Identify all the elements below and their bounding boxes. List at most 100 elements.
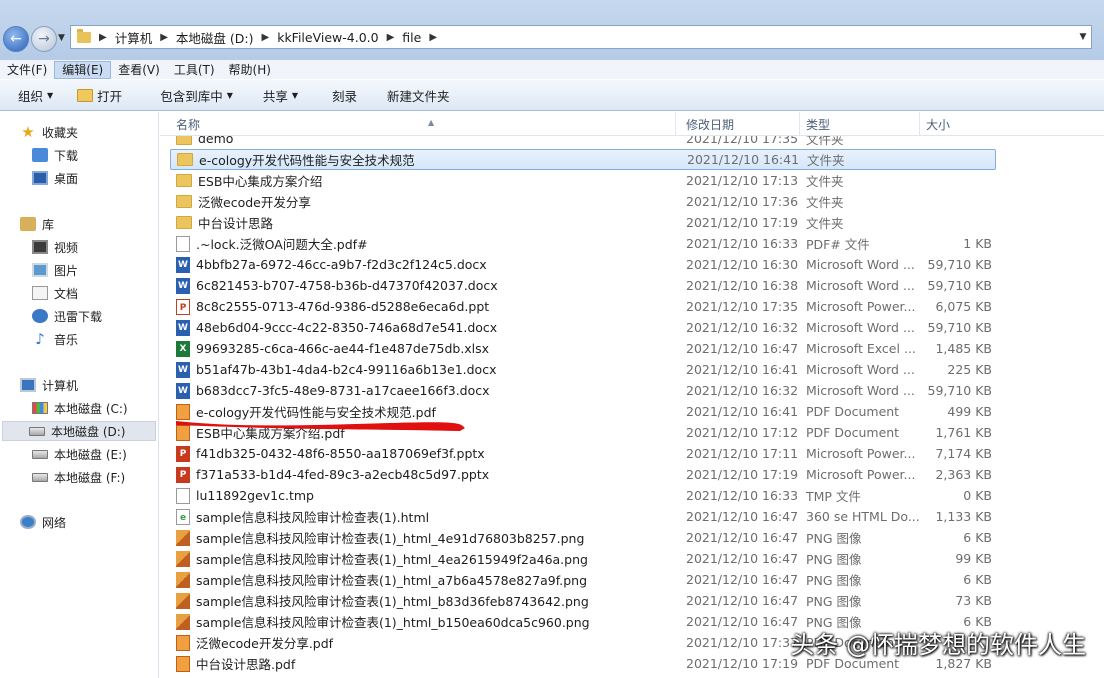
file-row[interactable]: sample信息科技风险审计检查表(1)_html_4e91d76803b825… — [170, 527, 996, 548]
folder-row[interactable]: e-cology开发代码性能与安全技术规范 2021/12/10 16:41 文件夹 — [170, 149, 996, 170]
file-row[interactable]: W 48eb6d04-9ccc-4c22-8350-746a68d7e541.do… — [170, 317, 996, 338]
file-name: f371a533-b1d4-4fed-89c3-a2ecb48c5d97.ppt… — [196, 467, 490, 482]
file-date: 2021/12/10 16:47 — [686, 341, 799, 356]
png-file-icon — [176, 592, 190, 609]
drive-icon — [32, 449, 48, 459]
forward-button[interactable]: → — [31, 26, 57, 52]
file-row[interactable]: lu11892gev1c.tmp 2021/12/10 16:33 TMP 文件 0 … — [170, 485, 996, 506]
file-date: 2021/12/10 16:47 — [686, 509, 799, 524]
column-size-label: 大小 — [926, 118, 951, 132]
file-row[interactable]: sample信息科技风险审计检查表(1)_html_a7b6a4578e827a… — [170, 569, 996, 590]
menu-edit[interactable]: 编辑(E) — [54, 60, 112, 79]
new-folder-button[interactable]: 新建文件夹 — [369, 86, 462, 105]
folder-row[interactable]: ESB中心集成方案介绍 2021/12/10 17:13 文件夹 — [170, 170, 996, 191]
nav-downloads[interactable]: 下载 — [32, 145, 78, 165]
nav-thunder[interactable]: 迅雷下载 — [32, 306, 102, 326]
nav-drive-d[interactable]: 本地磁盘 (D:) — [2, 421, 156, 441]
nav-drive-c[interactable]: 本地磁盘 (C:) — [32, 398, 128, 418]
file-row[interactable]: Wb51af47b-43b1-4da4-b2c4-99116a6b13e1.do… — [170, 359, 996, 380]
open-button[interactable]: 打开 — [65, 86, 134, 105]
blank-file-icon — [176, 235, 190, 252]
file-list: 名称 ▲ 修改日期 类型 大小 demo 2021/12/10 17:35 文件夹 e… — [160, 112, 1104, 678]
breadcrumb-computer[interactable]: 计算机 — [115, 28, 153, 47]
file-row[interactable]: sample信息科技风险审计检查表(1)_html_b83d36feb87436… — [170, 590, 996, 611]
file-size: 59,710 KB — [927, 278, 992, 293]
nav-videos[interactable]: 视频 — [32, 237, 78, 257]
chevron-right-icon[interactable]: ▶ — [99, 32, 107, 43]
file-row[interactable]: X 99693285-c6ca-466c-ae44-f1e487de75db.xl… — [170, 338, 996, 359]
history-dropdown-icon[interactable]: ▼ — [58, 33, 65, 43]
breadcrumb-drive-d[interactable]: 本地磁盘 (D:) — [176, 28, 254, 47]
file-row[interactable]: P 8c8c2555-0713-476d-9386-d5288e6eca6d.pp… — [170, 296, 996, 317]
file-row[interactable]: W 6c821453-b707-4758-b36b-d47370f42037.do… — [170, 275, 996, 296]
file-name-cell: sample信息科技风险审计检查表(1)_html_b83d36feb87436… — [176, 591, 676, 610]
organize-button[interactable]: 组织 ▼ — [0, 86, 65, 105]
column-modified[interactable]: 修改日期 — [680, 112, 800, 136]
file-row[interactable]: e-cology开发代码性能与安全技术规范.pdf 2021/12/10 16:4… — [170, 401, 996, 422]
menu-help[interactable]: 帮助(H) — [222, 61, 278, 79]
burn-button[interactable]: 刻录 — [310, 86, 369, 105]
blank-file-icon — [176, 487, 190, 504]
folder-icon — [77, 28, 91, 43]
file-row[interactable]: Pf371a533-b1d4-4fed-89c3-a2ecb48c5d97.pp… — [170, 464, 996, 485]
file-type: PDF Document — [806, 425, 900, 440]
nav-network[interactable]: 网络 — [20, 512, 66, 532]
breadcrumb-kkfileview[interactable]: kkFileView-4.0.0 — [277, 30, 378, 45]
nav-libraries[interactable]: 库 — [20, 214, 54, 234]
file-row[interactable]: Pf41db325-0432-48f6-8550-aa187069ef3f.pp… — [170, 443, 996, 464]
chevron-right-icon[interactable]: ▶ — [160, 32, 168, 43]
address-input[interactable]: ▶ 计算机 ▶ 本地磁盘 (D:) ▶ kkFileView-4.0.0 ▶ f… — [70, 25, 1092, 49]
file-name: ESB中心集成方案介绍.pdf — [196, 426, 345, 441]
file-name: f41db325-0432-48f6-8550-aa187069ef3f.ppt… — [196, 446, 485, 461]
column-size[interactable]: 大小 — [920, 112, 1000, 136]
nav-drive-d-label: 本地磁盘 (D:) — [51, 424, 126, 439]
nav-drive-f[interactable]: 本地磁盘 (F:) — [32, 467, 125, 487]
file-name: 48eb6d04-9ccc-4c22-8350-746a68d7e541.doc… — [196, 320, 498, 335]
nav-documents[interactable]: 文档 — [32, 283, 78, 303]
file-type: PNG 图像 — [806, 531, 862, 546]
file-row[interactable]: W 4bbfb27a-6972-46cc-a9b7-f2d3c2f124c5.do… — [170, 254, 996, 275]
file-name-cell: Pf371a533-b1d4-4fed-89c3-a2ecb48c5d97.pp… — [176, 466, 676, 483]
file-row[interactable]: .~lock.泛微OA问题大全.pdf# 2021/12/10 16:33 PDF#… — [170, 233, 996, 254]
chevron-right-icon[interactable]: ▶ — [262, 32, 270, 43]
column-type[interactable]: 类型 — [800, 112, 920, 136]
menu-file[interactable]: 文件(F) — [0, 61, 54, 79]
computer-icon — [20, 378, 36, 392]
file-name-cell: W 48eb6d04-9ccc-4c22-8350-746a68d7e541.do… — [176, 319, 676, 336]
file-name: sample信息科技风险审计检查表(1)_html_4e91d76803b825… — [196, 531, 585, 546]
include-library-button[interactable]: 包含到库中 ▼ — [134, 86, 245, 105]
file-row[interactable]: e sample信息科技风险审计检查表(1).html 2021/12/10 16:… — [170, 506, 996, 527]
chevron-right-icon[interactable]: ▶ — [429, 32, 437, 43]
breadcrumb-file[interactable]: file — [402, 30, 421, 45]
chevron-right-icon[interactable]: ▶ — [387, 32, 395, 43]
file-type: PNG 图像 — [806, 594, 862, 609]
folder-row[interactable]: 中台设计思路 2021/12/10 17:19 文件夹 — [170, 212, 996, 233]
file-date: 2021/12/10 16:47 — [686, 530, 799, 545]
nav-pictures[interactable]: 图片 — [32, 260, 78, 280]
nav-desktop[interactable]: 桌面 — [32, 168, 78, 188]
back-button[interactable]: ← — [3, 26, 29, 52]
nav-favorites[interactable]: ★ 收藏夹 — [20, 122, 78, 142]
file-date: 2021/12/10 16:47 — [686, 614, 799, 629]
menu-view[interactable]: 查看(V) — [111, 61, 167, 79]
nav-computer[interactable]: 计算机 — [20, 375, 78, 395]
chevron-down-icon: ▼ — [226, 90, 233, 100]
word-file-icon: W — [176, 277, 190, 294]
folder-row[interactable]: 泛微ecode开发分享 2021/12/10 17:36 文件夹 — [170, 191, 996, 212]
nav-music[interactable]: ♪ 音乐 — [32, 329, 78, 349]
address-dropdown-icon[interactable]: ▼ — [1075, 32, 1091, 42]
nav-drive-e[interactable]: 本地磁盘 (E:) — [32, 444, 127, 464]
menu-tools[interactable]: 工具(T) — [167, 61, 222, 79]
downloads-icon — [32, 148, 48, 162]
file-row[interactable]: sample信息科技风险审计检查表(1)_html_4ea2615949f2a4… — [170, 548, 996, 569]
column-name[interactable]: 名称 ▲ — [170, 112, 676, 136]
file-name: 中台设计思路.pdf — [196, 657, 296, 672]
file-size: 6 KB — [963, 572, 992, 587]
pptx-file-icon: P — [176, 445, 190, 462]
file-size: 1,133 KB — [935, 509, 992, 524]
file-row[interactable]: Wb683dcc7-3fc5-48e9-8731-a17caee166f3.do… — [170, 380, 996, 401]
star-icon: ★ — [21, 123, 35, 141]
include-library-label: 包含到库中 — [160, 88, 223, 104]
file-row[interactable]: ESB中心集成方案介绍.pdf 2021/12/10 17:12 PDF Docum… — [170, 422, 996, 443]
share-button[interactable]: 共享 ▼ — [245, 86, 310, 105]
